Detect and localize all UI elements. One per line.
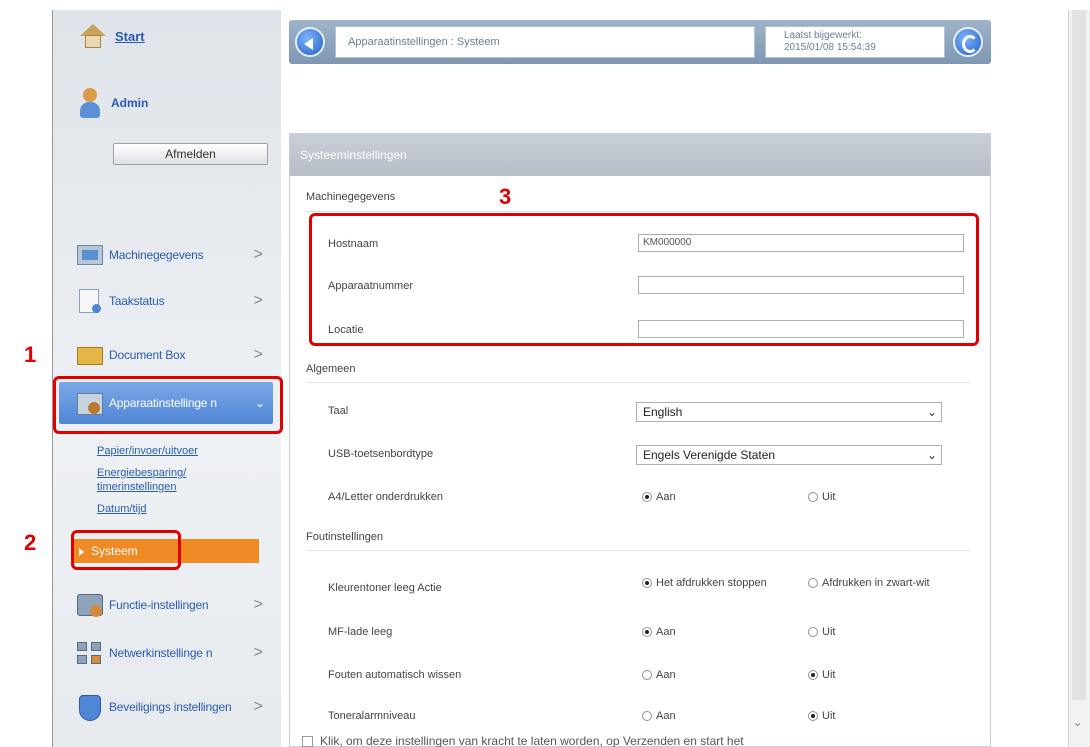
toner-alarm-label: Toneralarmniveau — [328, 710, 416, 722]
subnav-energy[interactable]: Energiebesparing/ — [97, 466, 186, 480]
callout-box-2 — [71, 530, 181, 570]
auto-clear-on-radio[interactable]: Aan — [642, 669, 676, 681]
sidebar-item-label: Beveiligings instellingen — [109, 700, 232, 714]
a4-letter-off-radio[interactable]: Uit — [808, 491, 835, 503]
toner-alarm-on-radio[interactable]: Aan — [642, 710, 676, 722]
usb-keyboard-select[interactable]: Engels Verenigde Staten ⌄ — [636, 445, 942, 465]
color-toner-label: Kleurentoner leeg Actie — [328, 582, 442, 594]
sidebar-item-job-status[interactable]: Taakstatus > — [75, 280, 271, 322]
security-settings-icon — [75, 693, 105, 721]
chevron-down-icon: ⌄ — [926, 448, 937, 462]
subnav-timer[interactable]: timerinstellingen — [97, 480, 176, 494]
function-settings-icon — [75, 591, 105, 619]
callout-box-1 — [53, 376, 283, 434]
last-updated-label: Laatst bijgewerkt: — [784, 30, 862, 41]
section-machine: Machinegegevens — [306, 191, 396, 203]
divider — [306, 382, 970, 383]
bottom-note: Klik, om deze instellingen van kracht te… — [320, 734, 744, 747]
home-link[interactable]: Start — [115, 29, 145, 44]
chevron-right-icon: > — [253, 292, 263, 309]
home-row[interactable]: Start — [79, 22, 145, 50]
chevron-down-icon[interactable]: ⌄ — [1073, 716, 1082, 729]
document-box-icon — [75, 341, 105, 369]
back-arrow-icon[interactable] — [295, 27, 325, 57]
user-row: Admin — [79, 86, 148, 120]
section-errors: Foutinstellingen — [306, 531, 384, 543]
language-select[interactable]: English ⌄ — [636, 402, 942, 422]
mp-tray-off-radio[interactable]: Uit — [808, 626, 835, 638]
a4-letter-label: A4/Letter onderdrukken — [328, 491, 443, 503]
language-value: English — [643, 405, 683, 419]
chevron-right-icon: > — [253, 246, 263, 263]
print-bw-radio[interactable]: Afdrukken in zwart-wit — [808, 577, 958, 589]
chevron-down-icon: ⌄ — [926, 405, 937, 419]
scrollbar-thumb[interactable] — [1072, 10, 1086, 700]
user-name: Admin — [111, 96, 149, 110]
last-updated: Laatst bijgewerkt: 2015/01/08 15:54:39 — [765, 26, 945, 58]
divider — [306, 211, 970, 212]
panel-title: Systeeminstellingen — [290, 134, 990, 176]
last-updated-value: 2015/01/08 15:54:39 — [784, 42, 876, 53]
stop-printing-radio[interactable]: Het afdrukken stoppen — [642, 577, 772, 589]
callout-number-1: 1 — [24, 342, 37, 367]
sidebar-item-document-box[interactable]: Document Box > — [75, 334, 271, 376]
mp-tray-on-radio[interactable]: Aan — [642, 626, 676, 638]
callout-number-3: 3 — [499, 184, 512, 209]
machine-info-icon — [75, 241, 105, 269]
screen: Start Admin Afmelden Machinegegevens > T… — [0, 0, 1090, 747]
sidebar-item-security-settings[interactable]: Beveiligings instellingen > — [75, 686, 271, 728]
user-icon — [79, 86, 101, 120]
chevron-right-icon: > — [253, 698, 263, 715]
app-window: Start Admin Afmelden Machinegegevens > T… — [52, 10, 1082, 747]
window-scrollbar[interactable]: ⌄ — [1068, 10, 1090, 747]
banner-area — [289, 64, 991, 124]
logout-button[interactable]: Afmelden — [113, 143, 268, 165]
auto-clear-off-radio[interactable]: Uit — [808, 669, 835, 681]
sidebar-item-machine-info[interactable]: Machinegegevens > — [75, 234, 271, 276]
divider — [306, 550, 970, 551]
subnav-datetime[interactable]: Datum/tijd — [97, 502, 147, 516]
job-status-icon — [75, 287, 105, 315]
breadcrumb: Apparaatinstellingen : Systeem — [335, 26, 755, 58]
usb-keyboard-value: Engels Verenigde Staten — [643, 448, 776, 462]
sidebar-item-label: Document Box — [109, 348, 186, 362]
top-bar: Apparaatinstellingen : Systeem Laatst bi… — [289, 20, 991, 64]
subnav-paper[interactable]: Papier/invoer/uitvoer — [97, 444, 198, 458]
refresh-icon[interactable] — [953, 27, 983, 57]
chevron-right-icon: > — [253, 596, 263, 613]
sidebar-item-label: Netwerkinstellinge n — [109, 646, 213, 660]
home-icon[interactable] — [79, 22, 107, 50]
sidebar-item-label: Machinegegevens — [109, 248, 204, 262]
auto-clear-label: Fouten automatisch wissen — [328, 669, 462, 681]
chevron-right-icon: > — [253, 346, 263, 363]
a4-letter-on-radio[interactable]: Aan — [642, 491, 676, 503]
chevron-right-icon: > — [253, 644, 263, 661]
section-general: Algemeen — [306, 363, 356, 375]
callout-box-3 — [309, 213, 979, 346]
callout-number-2: 2 — [24, 530, 37, 555]
language-label: Taal — [328, 405, 349, 417]
usb-keyboard-label: USB-toetsenbordtype — [328, 448, 434, 460]
note-checkbox[interactable] — [302, 736, 313, 747]
sidebar-item-label: Functie-instellingen — [109, 598, 209, 612]
mp-tray-label: MF-lade leeg — [328, 626, 393, 638]
toner-alarm-off-radio[interactable]: Uit — [808, 710, 835, 722]
network-settings-icon — [75, 639, 105, 667]
sidebar-item-label: Taakstatus — [109, 294, 165, 308]
sidebar-item-network-settings[interactable]: Netwerkinstellinge n > — [75, 632, 271, 674]
sidebar-item-function-settings[interactable]: Functie-instellingen > — [75, 584, 271, 626]
